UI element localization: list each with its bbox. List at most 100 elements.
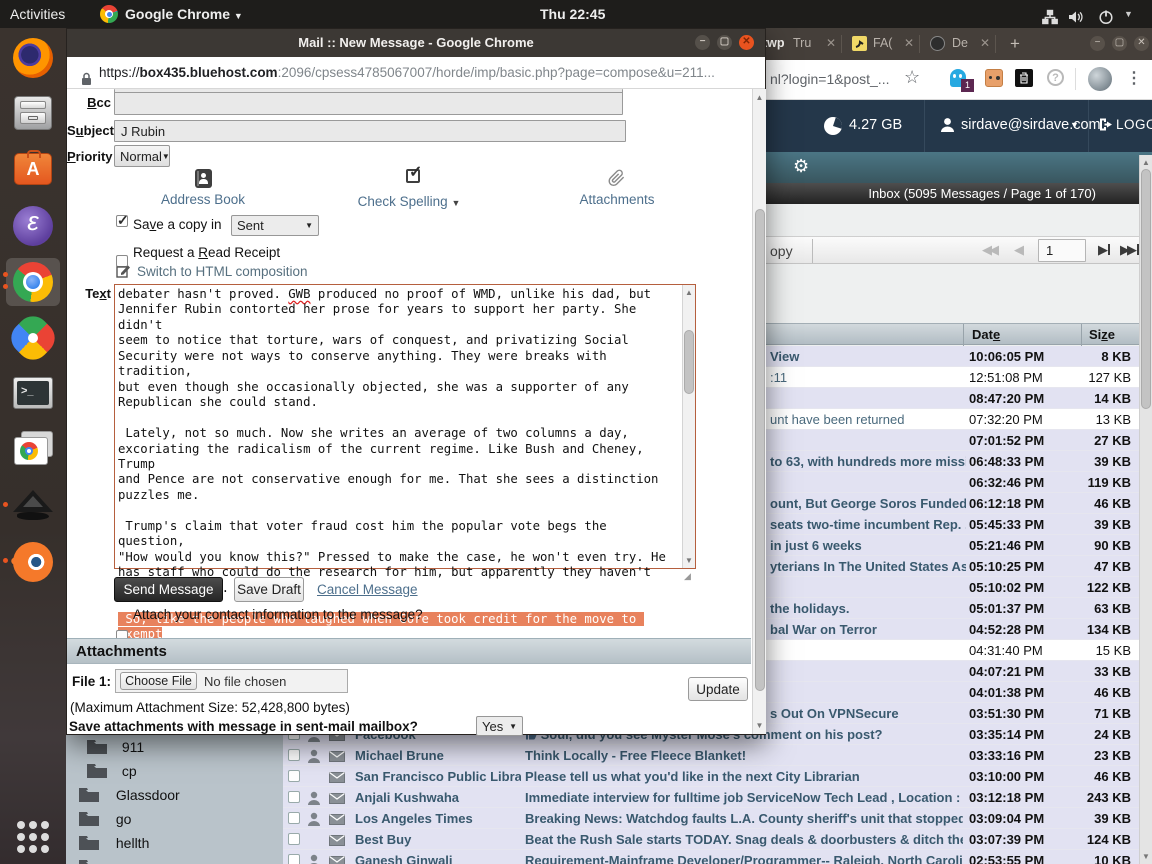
compose-scrollbar[interactable]: ▲ ▼	[752, 89, 766, 734]
cancel-message-link[interactable]: Cancel Message	[317, 582, 418, 597]
address-book-icon[interactable]	[195, 169, 212, 188]
sidebar-folder-cp[interactable]: cp	[86, 762, 137, 782]
dock-firefox-icon[interactable]	[11, 36, 55, 80]
message-checkbox[interactable]	[288, 770, 300, 782]
last-page-icon[interactable]: ▶▶	[1120, 242, 1139, 258]
dock-pinwheel-app-icon[interactable]	[11, 316, 55, 360]
scroll-up-icon[interactable]: ▲	[683, 288, 695, 297]
dock-blender-icon[interactable]	[11, 540, 55, 584]
sidebar-folder-partial[interactable]	[78, 858, 112, 864]
save-draft-button[interactable]: Save Draft	[234, 577, 304, 602]
message-sender[interactable]: Los Angeles Times	[355, 811, 521, 826]
settings-gear-icon[interactable]: ⚙	[793, 156, 809, 177]
message-subject[interactable]: Requirement-Mainframe Developer/Programm…	[525, 853, 963, 864]
message-subject[interactable]: Please tell us what you'd like in the ne…	[525, 769, 963, 784]
address-book-label[interactable]: Address Book	[158, 192, 248, 207]
activities-button[interactable]: Activities	[10, 0, 65, 28]
scroll-up-icon[interactable]: ▲	[753, 93, 766, 102]
dock-chrome-app-icon[interactable]	[11, 428, 55, 472]
browser-menu-kebab-icon[interactable]: ⋮	[1126, 68, 1142, 88]
mail-list-scrollbar[interactable]: ▲ ▼	[1139, 155, 1152, 864]
message-subject[interactable]: Immediate interview for fulltime job Ser…	[525, 790, 963, 805]
dock-file-manager-icon[interactable]	[11, 92, 55, 136]
switch-html-icon[interactable]	[116, 263, 131, 283]
sidebar-folder-911[interactable]: 911	[86, 738, 144, 758]
sidebar-folder-Glassdoor[interactable]: Glassdoor	[78, 786, 180, 806]
message-checkbox[interactable]	[288, 791, 300, 803]
message-row[interactable]: 03:09:04 PM39 KBLos Angeles TimesBreakin…	[283, 808, 1139, 829]
compose-close-icon[interactable]: ✕	[739, 35, 754, 50]
message-row[interactable]: 03:12:18 PM243 KBAnjali KushwahaImmediat…	[283, 787, 1139, 808]
sidebar-folder-hellth[interactable]: hellth	[78, 834, 149, 854]
message-row[interactable]: 03:07:39 PM124 KBBest BuyBeat the Rush S…	[283, 829, 1139, 850]
save-sent-select[interactable]: Yes▼	[476, 716, 523, 736]
sidebar-folder-go[interactable]: go	[78, 810, 131, 830]
priority-select[interactable]: Normal▼	[114, 145, 170, 167]
message-sender[interactable]: Anjali Kushwaha	[355, 790, 521, 805]
page-number-input[interactable]	[1038, 239, 1086, 262]
dock-google-chrome-icon[interactable]	[11, 260, 55, 304]
message-sender[interactable]: Ganesh Ginwali	[355, 853, 521, 864]
copy-button[interactable]: opy	[770, 243, 793, 259]
robot-extension-icon[interactable]	[985, 69, 1003, 87]
message-sender[interactable]: Michael Brune	[355, 748, 521, 763]
volume-icon[interactable]	[1068, 6, 1085, 34]
help-extension-icon[interactable]: ?	[1047, 69, 1064, 86]
system-menu-caret-icon[interactable]: ▼	[1124, 0, 1133, 28]
scrollbar-thumb[interactable]	[1141, 169, 1151, 409]
bg-url-text[interactable]: nl?login=1&post_...	[770, 71, 889, 87]
scroll-up-icon[interactable]: ▲	[1140, 158, 1152, 167]
power-icon[interactable]	[1098, 6, 1114, 34]
logout-button[interactable]: LOGOUT	[1116, 117, 1152, 132]
clock[interactable]: Thu 22:45	[540, 0, 605, 28]
compose-minimize-icon[interactable]: −	[695, 35, 710, 50]
message-row[interactable]: 02:53:55 PM10 KBGanesh GinwaliRequiremen…	[283, 850, 1139, 864]
bgwin-close-icon[interactable]: ✕	[1134, 36, 1149, 51]
scroll-down-icon[interactable]: ▼	[683, 556, 695, 565]
column-header-date[interactable]: Date	[972, 327, 1000, 342]
account-email[interactable]: sirdave@sirdave.com	[961, 117, 1101, 133]
tab-tru[interactable]: Tru	[793, 36, 811, 50]
dock-terminal-icon[interactable]: >_	[11, 372, 55, 416]
tab-partial-label[interactable]: twp	[763, 36, 785, 50]
tab-fa[interactable]: FA(	[873, 36, 892, 50]
scroll-down-icon[interactable]: ▼	[1140, 852, 1152, 861]
message-row[interactable]: 03:10:00 PM46 KBSan Francisco Public Lib…	[283, 766, 1139, 787]
check-spelling-icon[interactable]: ✓	[406, 169, 420, 183]
next-page-icon[interactable]: ▶	[1098, 242, 1110, 258]
message-sender[interactable]: San Francisco Public Library	[355, 769, 521, 784]
switch-html-link[interactable]: Switch to HTML composition	[137, 264, 308, 279]
message-subject[interactable]: Beat the Rush Sale starts TODAY. Snag de…	[525, 832, 963, 847]
check-spelling-label[interactable]: Check Spelling ▼	[354, 194, 464, 209]
message-checkbox[interactable]	[288, 833, 300, 845]
tab-de[interactable]: De	[952, 36, 968, 50]
message-subject[interactable]: Breaking News: Watchdog faults L.A. Coun…	[525, 811, 963, 826]
tab-tru-close-icon[interactable]: ✕	[826, 36, 836, 50]
resize-grip-icon[interactable]: ◢	[684, 571, 694, 581]
scroll-down-icon[interactable]: ▼	[753, 721, 766, 730]
bgwin-maximize-icon[interactable]: ▢	[1112, 36, 1127, 51]
show-applications-icon[interactable]	[11, 815, 55, 859]
column-header-size[interactable]: Size	[1089, 327, 1115, 342]
compose-url-bar[interactable]: https://box435.bluehost.com:2096/cpsess4…	[67, 57, 765, 89]
app-menu[interactable]: Google Chrome ▼	[125, 0, 243, 28]
new-tab-icon[interactable]: +	[1010, 34, 1020, 54]
scrollbar-thumb[interactable]	[755, 209, 765, 691]
bookmark-star-icon[interactable]: ☆	[904, 67, 920, 88]
compose-maximize-icon[interactable]: ▢	[717, 35, 732, 50]
compose-textarea[interactable]: debater hasn't proved. GWB produced no p…	[114, 284, 696, 569]
scrollbar-thumb[interactable]	[684, 330, 694, 394]
message-checkbox[interactable]	[288, 812, 300, 824]
compose-titlebar[interactable]: Mail :: New Message - Google Chrome − ▢ …	[67, 29, 765, 57]
prev-page-icon[interactable]: ◀	[1014, 242, 1024, 258]
tab-fa-close-icon[interactable]: ✕	[904, 36, 914, 50]
first-page-icon[interactable]: ◀◀	[982, 242, 996, 258]
message-checkbox[interactable]	[288, 854, 300, 864]
attachments-paperclip-icon[interactable]	[607, 168, 626, 192]
message-sender[interactable]: Best Buy	[355, 832, 521, 847]
file-input[interactable]: Choose File No file chosen	[115, 669, 348, 693]
message-row[interactable]: 03:33:16 PM23 KBMichael BruneThink Local…	[283, 745, 1139, 766]
save-copy-select[interactable]: Sent▼	[231, 215, 319, 236]
message-subject[interactable]: Think Locally - Free Fleece Blanket!	[525, 748, 963, 763]
save-copy-checkbox[interactable]	[116, 215, 128, 227]
